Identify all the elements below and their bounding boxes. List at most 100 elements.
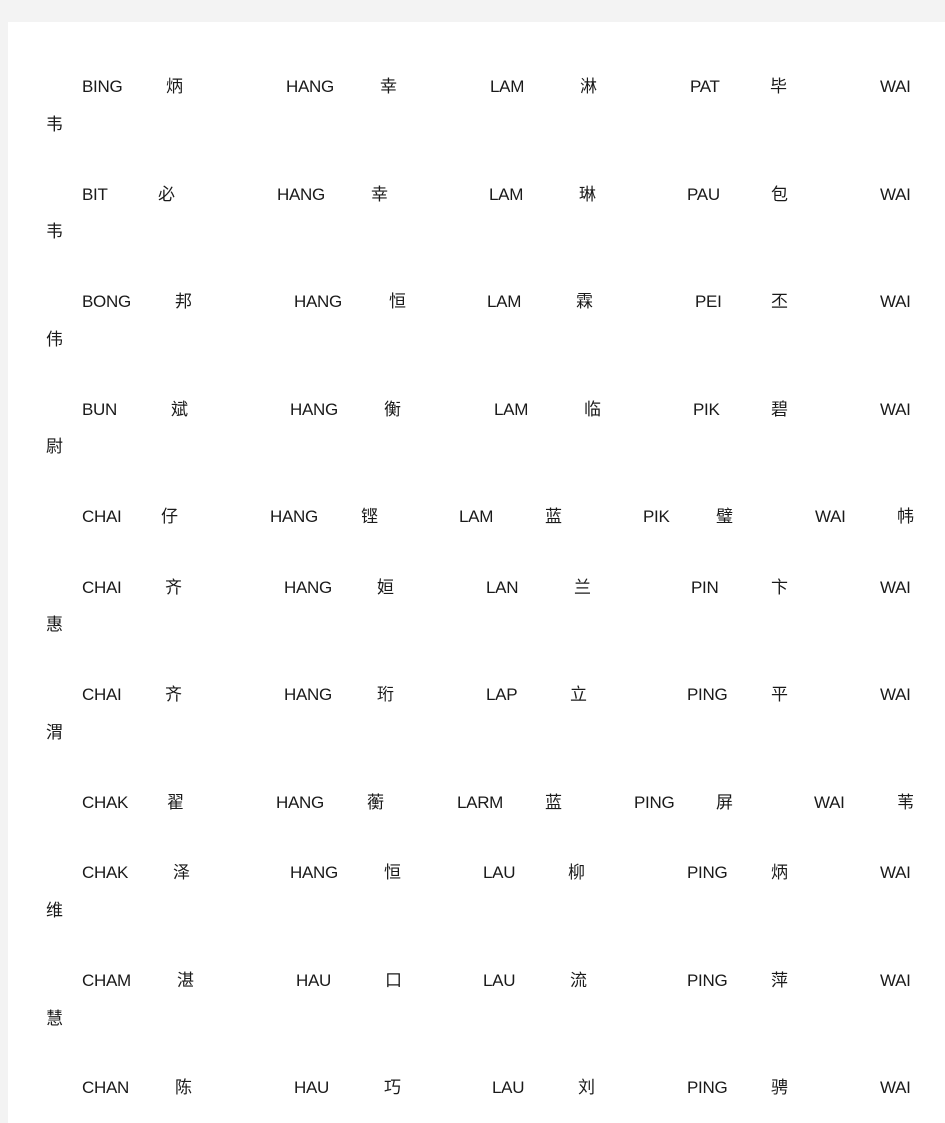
romanized-surname: HANG [290, 863, 338, 882]
chinese-character: 炳 [771, 863, 788, 883]
romanized-surname: WAI [815, 507, 846, 526]
chinese-character: 蓝 [545, 793, 562, 813]
romanized-surname: WAI [814, 793, 845, 812]
romanized-surname: WAI [880, 971, 911, 990]
wrapped-chinese-character: 尉 [46, 437, 63, 457]
chinese-character: 琳 [579, 185, 596, 205]
romanized-surname: WAI [880, 292, 911, 311]
wrapped-chinese-character: 惠 [46, 615, 63, 635]
chinese-character: 丕 [771, 292, 788, 312]
chinese-character: 齐 [165, 685, 182, 705]
romanized-surname: LAM [490, 77, 525, 96]
romanized-surname: HANG [286, 77, 334, 96]
chinese-character: 刘 [578, 1078, 595, 1098]
chinese-character: 骋 [771, 1078, 788, 1098]
romanized-surname: LAU [483, 971, 516, 990]
wrapped-chinese-character: 渭 [46, 723, 63, 743]
romanized-surname: BING [82, 77, 123, 96]
romanized-surname: PIK [693, 400, 720, 419]
chinese-character: 巧 [384, 1078, 401, 1098]
romanized-surname: LAM [494, 400, 529, 419]
chinese-character: 恒 [389, 292, 406, 312]
chinese-character: 陈 [175, 1078, 192, 1098]
romanized-surname: PEI [695, 292, 722, 311]
chinese-character: 流 [570, 971, 587, 991]
chinese-character: 齐 [165, 578, 182, 598]
romanized-surname: LAU [492, 1078, 525, 1097]
romanized-surname: CHAN [82, 1078, 129, 1097]
chinese-character: 泽 [173, 863, 190, 883]
wrapped-chinese-character: 维 [46, 901, 63, 921]
wrapped-chinese-character: 伟 [46, 330, 63, 350]
romanized-surname: PAT [690, 77, 720, 96]
chinese-character: 姮 [377, 578, 394, 598]
romanized-surname: LAU [483, 863, 516, 882]
romanized-surname: HAU [294, 1078, 329, 1097]
romanized-surname: HANG [294, 292, 342, 311]
chinese-character: 霖 [576, 292, 593, 312]
romanized-surname: HANG [276, 793, 324, 812]
chinese-character: 萍 [771, 971, 788, 991]
romanized-surname: WAI [880, 185, 911, 204]
romanized-surname: CHAI [82, 685, 122, 704]
romanized-surname: BIT [82, 185, 108, 204]
chinese-character: 碧 [771, 400, 788, 420]
romanized-surname: PING [634, 793, 675, 812]
chinese-character: 毕 [770, 77, 787, 97]
chinese-character: 湛 [177, 971, 194, 991]
chinese-character: 兰 [574, 578, 591, 598]
chinese-character: 包 [771, 185, 788, 205]
romanized-surname: WAI [880, 863, 911, 882]
romanized-surname: WAI [880, 400, 911, 419]
romanized-surname: CHAK [82, 863, 129, 882]
wrapped-chinese-character: 韦 [46, 222, 63, 242]
romanized-surname: BONG [82, 292, 131, 311]
chinese-character: 仔 [161, 507, 178, 527]
romanized-surname: PING [687, 685, 728, 704]
chinese-character: 柳 [568, 863, 585, 883]
romanized-surname: HANG [277, 185, 325, 204]
chinese-character: 邦 [175, 292, 192, 312]
document-page: BING 炳 HANG 幸 LAM 淋 PAT 毕 WAI 韦 BIT 必 HANG 幸 LAM 琳 PAU 包 W… [8, 22, 945, 1123]
chinese-character: 淋 [580, 77, 597, 97]
chinese-character: 恒 [384, 863, 401, 883]
chinese-character: 珩 [377, 685, 394, 705]
chinese-character: 幸 [371, 185, 388, 205]
chinese-character: 立 [570, 685, 587, 705]
chinese-character: 幸 [380, 77, 397, 97]
romanized-surname: PING [687, 863, 728, 882]
romanized-surname: CHAI [82, 507, 122, 526]
chinese-character: 苇 [897, 793, 914, 813]
romanized-surname: LAN [486, 578, 519, 597]
wrapped-chinese-character: 韦 [46, 115, 63, 135]
romanized-surname: WAI [880, 685, 911, 704]
romanized-surname: WAI [880, 1078, 911, 1097]
chinese-character: 蘅 [367, 793, 384, 813]
chinese-character: 铿 [361, 507, 378, 527]
romanized-surname: LAM [487, 292, 522, 311]
chinese-character: 口 [385, 971, 402, 991]
romanized-surname: BUN [82, 400, 117, 419]
romanized-surname: CHAM [82, 971, 131, 990]
chinese-character: 蓝 [545, 507, 562, 527]
chinese-character: 炳 [166, 77, 183, 97]
romanized-surname: PIK [643, 507, 670, 526]
romanized-surname: LAP [486, 685, 518, 704]
romanized-surname: WAI [880, 77, 911, 96]
romanized-surname: LAM [489, 185, 524, 204]
romanized-surname: HAU [296, 971, 331, 990]
chinese-character: 临 [584, 400, 601, 420]
chinese-character: 翟 [167, 793, 184, 813]
chinese-character: 斌 [171, 400, 188, 420]
romanized-surname: HANG [284, 685, 332, 704]
romanized-surname: CHAI [82, 578, 122, 597]
romanized-surname: LAM [459, 507, 494, 526]
chinese-character: 卞 [771, 578, 788, 598]
romanized-surname: PIN [691, 578, 719, 597]
chinese-character: 衡 [384, 400, 401, 420]
wrapped-chinese-character: 慧 [46, 1009, 63, 1029]
romanized-surname: HANG [284, 578, 332, 597]
chinese-character: 必 [158, 185, 175, 205]
romanized-surname: PAU [687, 185, 720, 204]
romanized-surname: PING [687, 1078, 728, 1097]
